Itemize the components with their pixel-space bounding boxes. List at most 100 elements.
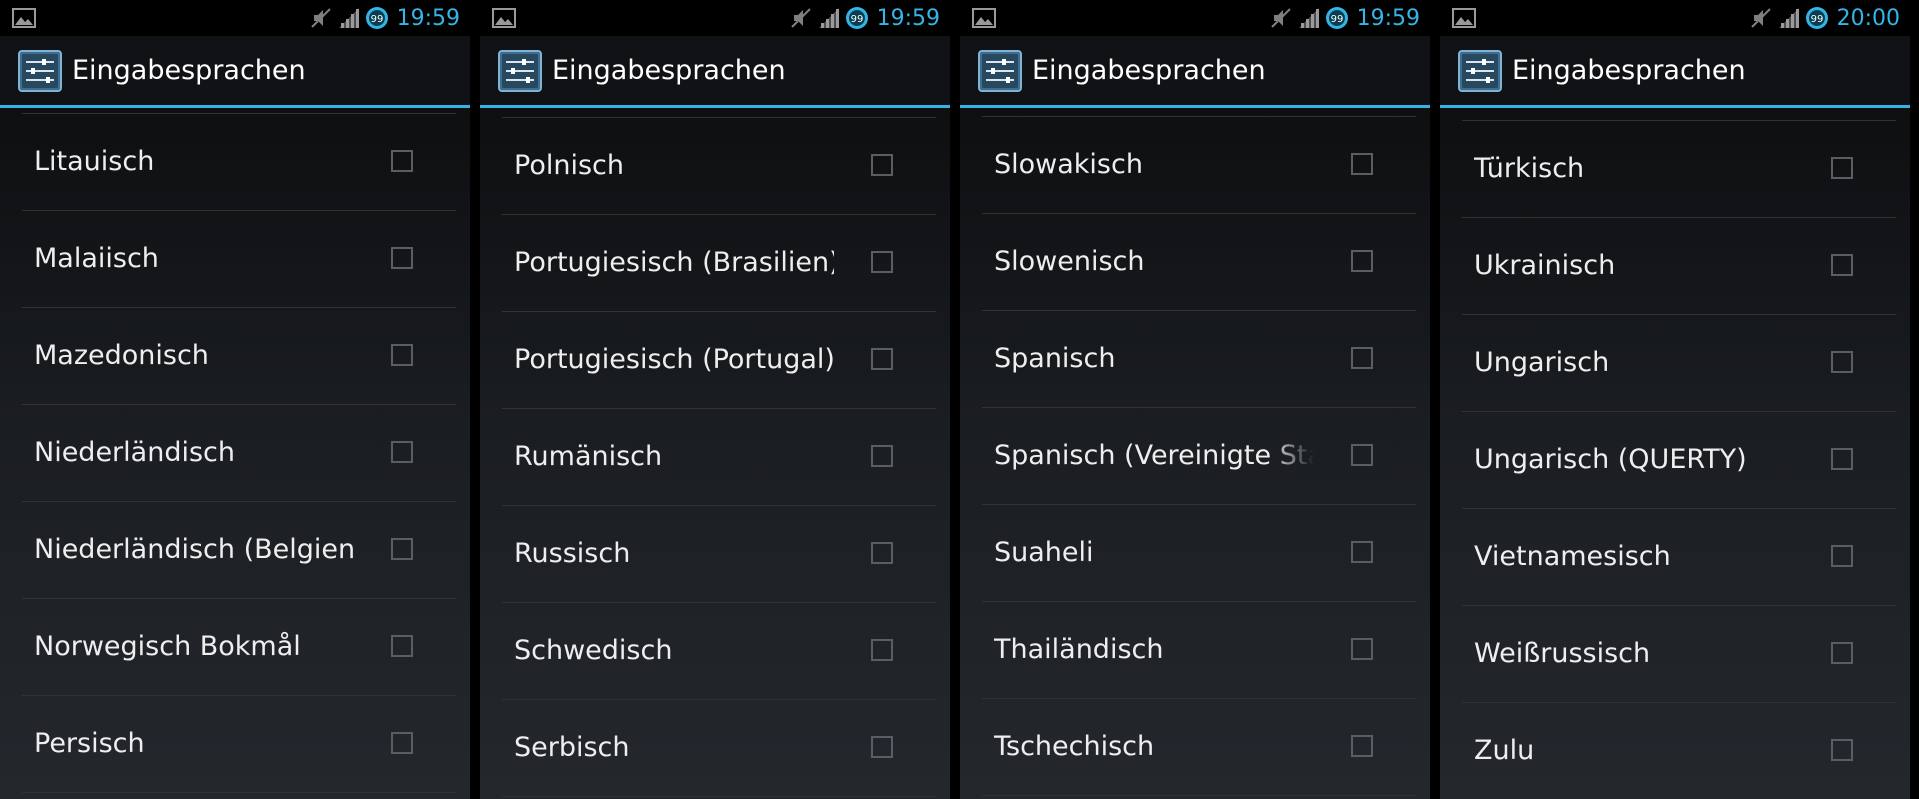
- settings-app-icon[interactable]: [978, 50, 1022, 92]
- language-checkbox[interactable]: [1351, 444, 1373, 466]
- language-checkbox[interactable]: [391, 441, 413, 463]
- signal-icon: [338, 8, 359, 28]
- status-icons: 99 19:59: [789, 0, 940, 36]
- language-list-item[interactable]: Polnisch: [480, 118, 950, 214]
- language-list-item[interactable]: Portugiesisch (Portugal): [480, 312, 950, 408]
- language-label: Ukrainisch: [1474, 250, 1616, 281]
- status-bar: 99 20:00: [1440, 0, 1910, 36]
- language-checkbox[interactable]: [1831, 448, 1853, 470]
- phone-screen-4: 99 20:00 Eingabesprachen Türkisch Ukraini…: [1440, 0, 1910, 799]
- mute-icon: [1750, 8, 1771, 28]
- language-checkbox[interactable]: [871, 736, 893, 758]
- language-label: Slowenisch: [994, 246, 1145, 277]
- language-list-item[interactable]: Serbisch: [480, 700, 950, 796]
- battery-level: 99: [850, 14, 863, 25]
- language-label: Suaheli: [994, 537, 1094, 568]
- language-label: Mazedonisch: [34, 340, 209, 371]
- language-checkbox[interactable]: [871, 154, 893, 176]
- language-checkbox[interactable]: [1831, 739, 1853, 761]
- language-checkbox[interactable]: [391, 732, 413, 754]
- language-label: Portugiesisch (Portugal): [514, 344, 834, 375]
- language-list-item[interactable]: Ungarisch: [1440, 315, 1910, 411]
- list-divider: [22, 792, 456, 793]
- language-checkbox[interactable]: [1831, 642, 1853, 664]
- language-list-item[interactable]: Zulu: [1440, 703, 1910, 799]
- language-list-item[interactable]: Persisch: [0, 696, 470, 792]
- action-bar-divider: [1440, 105, 1910, 108]
- language-checkbox[interactable]: [871, 445, 893, 467]
- language-list-item[interactable]: Weißrussisch: [1440, 606, 1910, 702]
- language-list-item[interactable]: Litauisch: [0, 114, 470, 210]
- language-checkbox[interactable]: [871, 348, 893, 370]
- language-list-item[interactable]: Slowakisch: [960, 117, 1430, 213]
- language-list-item[interactable]: Ukrainisch: [1440, 218, 1910, 314]
- language-label: Portugiesisch (Brasilien): [514, 247, 834, 278]
- phone-screen-1: 99 19:59 Eingabesprachen Litauisch Malaii…: [0, 0, 470, 799]
- language-checkbox[interactable]: [1351, 638, 1373, 660]
- language-label: Ungarisch (QUERTY): [1474, 444, 1747, 475]
- settings-app-icon[interactable]: [18, 50, 62, 92]
- status-bar: 99 19:59: [0, 0, 470, 36]
- mute-icon: [310, 8, 331, 28]
- battery-level: 99: [1810, 14, 1823, 25]
- status-icons: 99 20:00: [1749, 0, 1900, 36]
- language-list-item[interactable]: Mazedonisch: [0, 308, 470, 404]
- language-checkbox[interactable]: [1351, 250, 1373, 272]
- language-checkbox[interactable]: [1351, 735, 1373, 757]
- language-list-item[interactable]: Spanisch: [960, 311, 1430, 407]
- language-list-item[interactable]: Tschechisch: [960, 699, 1430, 795]
- language-checkbox[interactable]: [391, 344, 413, 366]
- language-label: Vietnamesisch: [1474, 541, 1671, 572]
- language-checkbox[interactable]: [1351, 541, 1373, 563]
- language-list-item[interactable]: Thailändisch: [960, 602, 1430, 698]
- language-label: Litauisch: [34, 146, 155, 177]
- status-bar: 99 19:59: [480, 0, 950, 36]
- language-checkbox[interactable]: [1831, 254, 1853, 276]
- language-checkbox[interactable]: [1831, 351, 1853, 373]
- language-checkbox[interactable]: [871, 542, 893, 564]
- language-checkbox[interactable]: [391, 635, 413, 657]
- language-list-item[interactable]: Malaiisch: [0, 211, 470, 307]
- language-list-item[interactable]: Schwedisch: [480, 603, 950, 699]
- gallery-notification-icon: [12, 8, 36, 28]
- language-list-item[interactable]: Spanisch (Vereinigte Staaten): [960, 408, 1430, 504]
- language-list-item[interactable]: Portugiesisch (Brasilien): [480, 215, 950, 311]
- language-list-item[interactable]: Türkisch: [1440, 121, 1910, 217]
- language-checkbox[interactable]: [871, 639, 893, 661]
- language-list-item[interactable]: Suaheli: [960, 505, 1430, 601]
- language-checkbox[interactable]: [391, 247, 413, 269]
- list-divider: [502, 796, 936, 797]
- page-title: Eingabesprachen: [1512, 55, 1746, 86]
- language-checkbox[interactable]: [871, 251, 893, 273]
- language-list-item[interactable]: Russisch: [480, 506, 950, 602]
- language-list-item[interactable]: Ungarisch (QUERTY): [1440, 412, 1910, 508]
- language-label: Thailändisch: [994, 634, 1164, 665]
- language-checkbox[interactable]: [391, 538, 413, 560]
- language-checkbox[interactable]: [1831, 157, 1853, 179]
- action-bar: Eingabesprachen: [960, 36, 1430, 106]
- language-checkbox[interactable]: [1831, 545, 1853, 567]
- page-title: Eingabesprachen: [1032, 55, 1266, 86]
- language-list-item[interactable]: Slowenisch: [960, 214, 1430, 310]
- settings-app-icon[interactable]: [498, 50, 542, 92]
- page-title: Eingabesprachen: [552, 55, 786, 86]
- clock: 20:00: [1836, 5, 1900, 31]
- status-bar: 99 19:59: [960, 0, 1430, 36]
- status-icons: 99 19:59: [309, 0, 460, 36]
- clock: 19:59: [876, 5, 940, 31]
- action-bar-divider: [480, 105, 950, 108]
- language-checkbox[interactable]: [1351, 153, 1373, 175]
- language-checkbox[interactable]: [391, 150, 413, 172]
- language-label: Malaiisch: [34, 243, 159, 274]
- language-label: Slowakisch: [994, 149, 1143, 180]
- settings-app-icon[interactable]: [1458, 50, 1502, 92]
- language-label: Niederländisch: [34, 437, 235, 468]
- language-list-item[interactable]: Rumänisch: [480, 409, 950, 505]
- language-label: Schwedisch: [514, 635, 673, 666]
- language-checkbox[interactable]: [1351, 347, 1373, 369]
- language-list-item[interactable]: Vietnamesisch: [1440, 509, 1910, 605]
- language-list-item[interactable]: Niederländisch (Belgien): [0, 502, 470, 598]
- language-label: Spanisch (Vereinigte Staaten): [994, 440, 1314, 471]
- language-list-item[interactable]: Niederländisch: [0, 405, 470, 501]
- language-list-item[interactable]: Norwegisch Bokmål: [0, 599, 470, 695]
